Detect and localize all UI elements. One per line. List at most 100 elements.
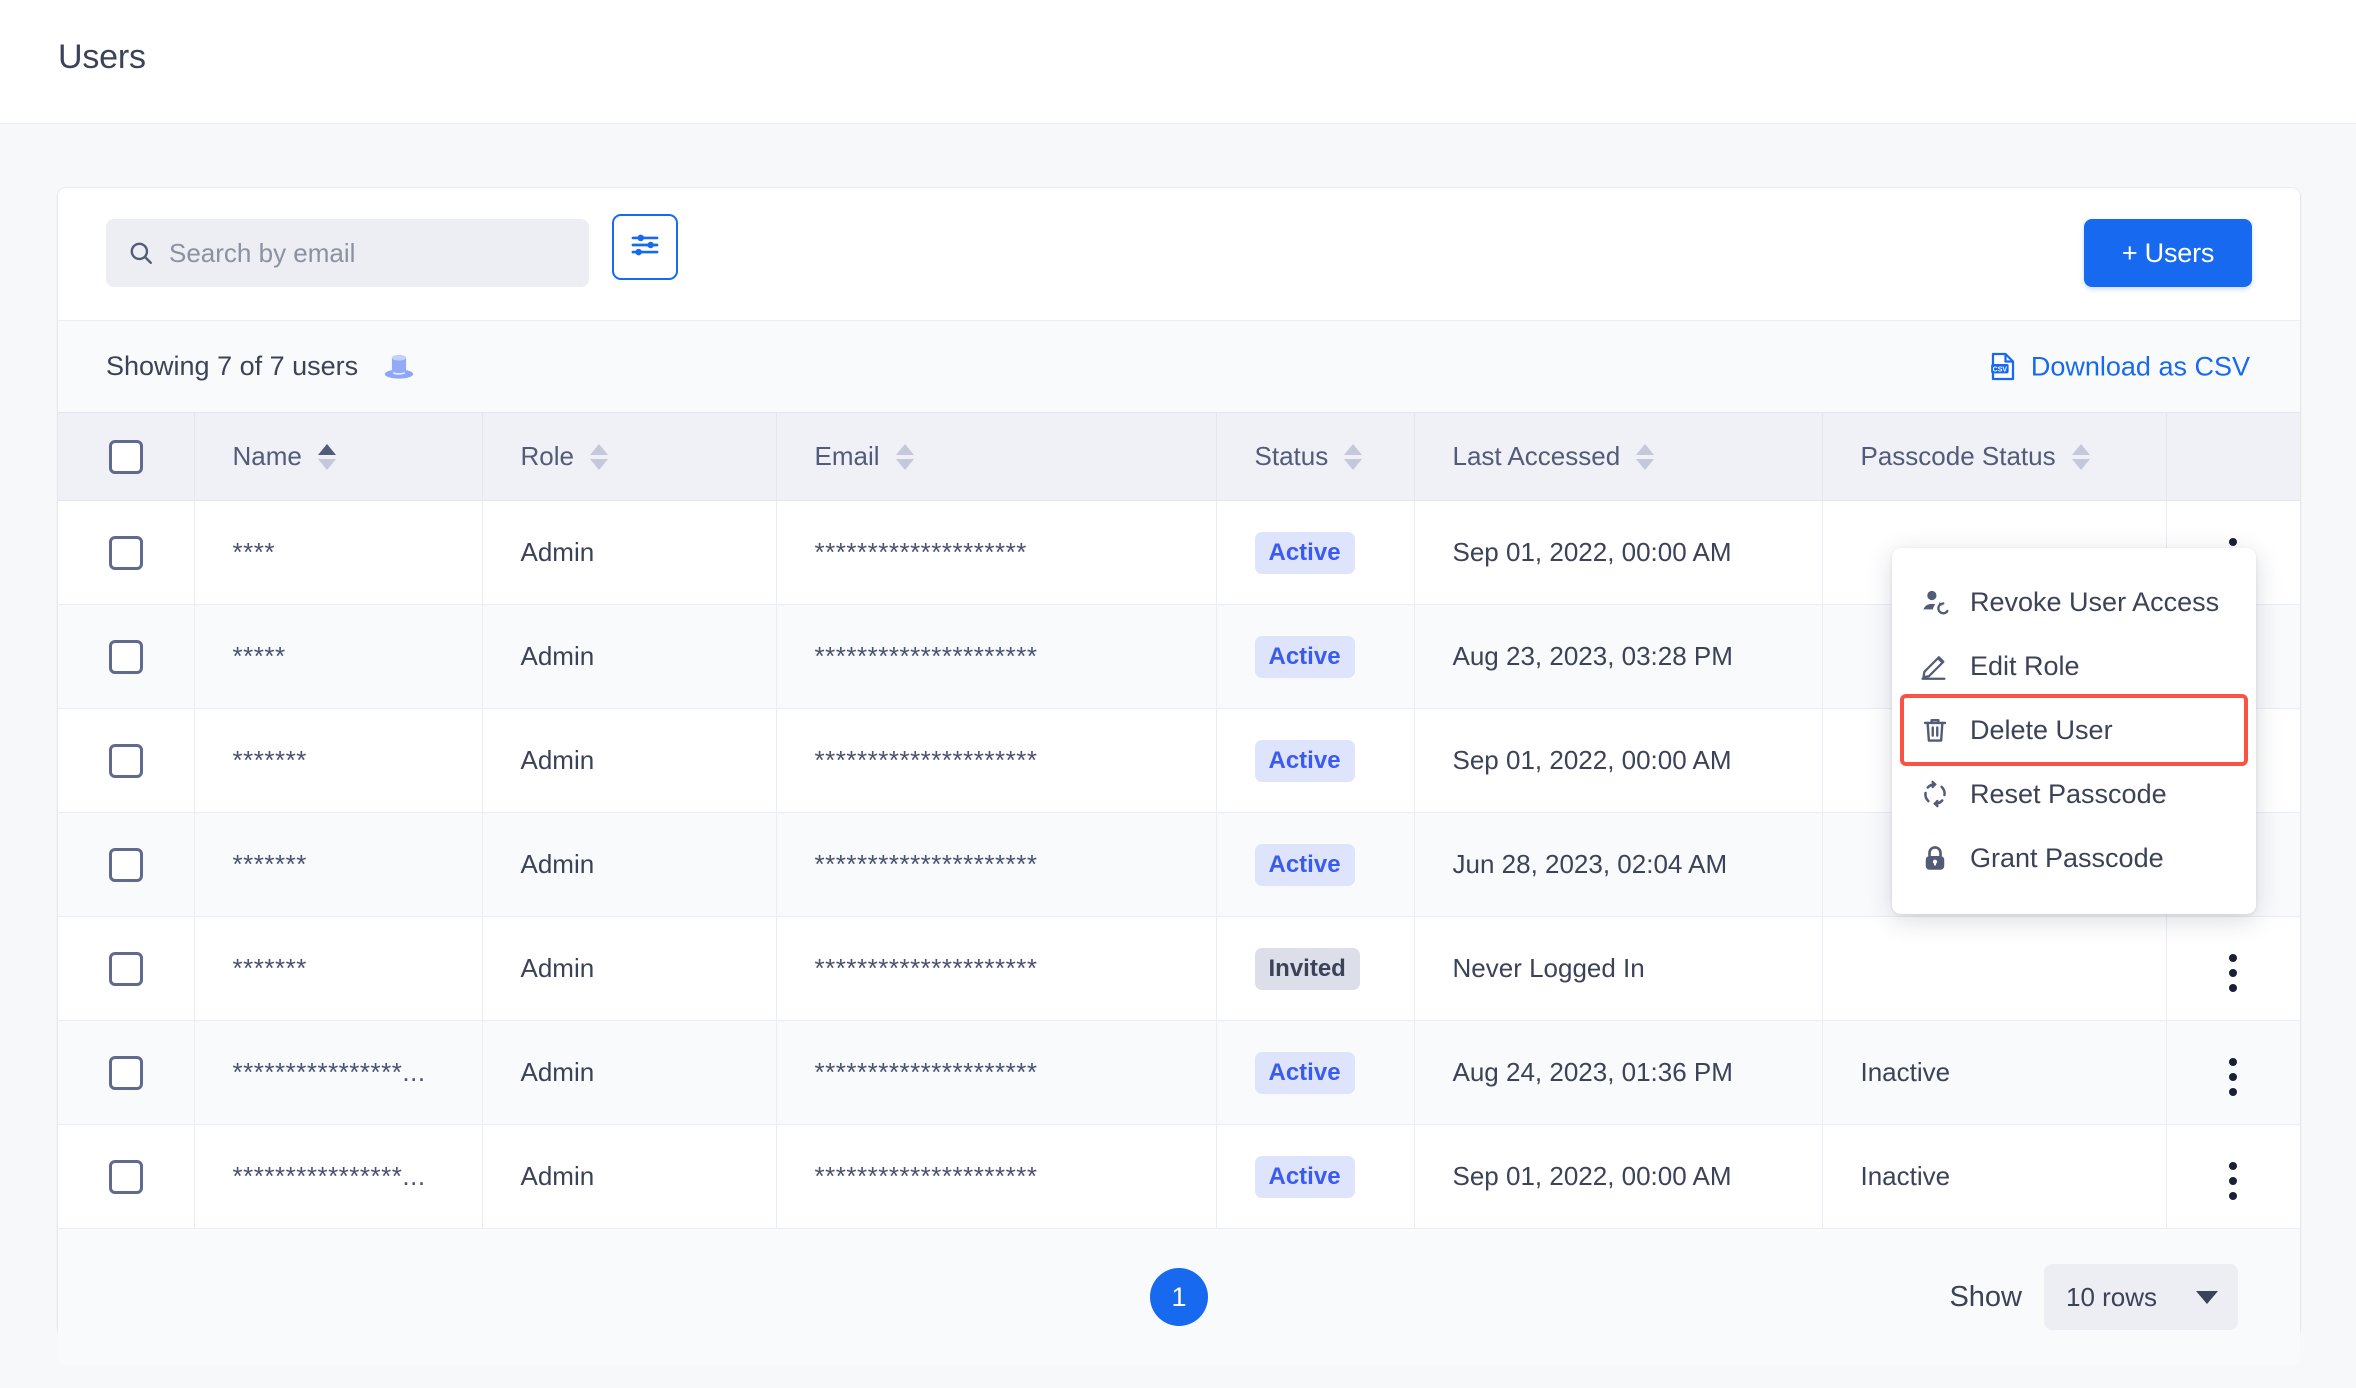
filter-button[interactable] [612,214,678,280]
select-all-checkbox[interactable] [108,439,143,474]
th-passcode-status[interactable]: Passcode Status [1822,412,2167,501]
status-badge: Invited [1254,947,1360,990]
rows-per-page-select[interactable]: 10 rows [2044,1264,2238,1330]
sliders-icon [628,228,662,267]
row-checkbox[interactable] [108,535,143,570]
menu-item-label: Grant Passcode [1970,842,2164,873]
cell-name: ****************... [194,1124,483,1229]
cell-passcode-status: Inactive [1822,1020,2167,1125]
sort-role-icon[interactable] [589,443,608,470]
row-actions-menu-button[interactable] [2215,1050,2251,1104]
user-role: Admin [520,745,595,775]
trash-icon [1920,715,1950,745]
last-accessed-value: Aug 24, 2023, 01:36 PM [1452,1057,1733,1087]
results-count: Showing 7 of 7 users [106,351,359,381]
search-box[interactable] [106,219,589,287]
page-header: Users [0,0,2356,124]
menu-item-edit-role[interactable]: Edit Role [1892,634,2256,698]
row-checkbox[interactable] [108,639,143,674]
cell-role: Admin [482,500,777,605]
th-email-label: Email [814,441,880,471]
row-actions-menu-button[interactable] [2215,946,2251,1000]
th-email[interactable]: Email [776,412,1217,501]
cell-name: ***** [194,604,483,709]
last-accessed-value: Aug 23, 2023, 03:28 PM [1452,641,1733,671]
row-select-cell [58,916,195,1021]
table-row: ****************... Admin ****************… [58,1020,2300,1125]
cell-role: Admin [482,916,777,1021]
user-email: ********************* [814,1160,1038,1191]
menu-item-label: Reset Passcode [1970,778,2167,809]
row-checkbox[interactable] [108,1159,143,1194]
row-select-cell [58,1124,195,1229]
th-role-label: Role [520,441,574,471]
table-footer: 1 Show 10 rows [58,1229,2300,1365]
last-accessed-value: Never Logged In [1452,953,1645,983]
summary-bar: Showing 7 of 7 users CSV Download as CSV [58,320,2300,412]
cell-name: ****************... [194,1020,483,1125]
cell-actions [2166,1124,2300,1229]
th-passcode-status-label: Passcode Status [1860,441,2056,471]
cell-actions [2166,916,2300,1021]
search-input[interactable] [169,237,549,269]
cell-last-accessed: Aug 23, 2023, 03:28 PM [1414,604,1823,709]
row-checkbox[interactable] [108,743,143,778]
cell-passcode-status [1822,916,2167,1021]
cell-status: Active [1216,1124,1415,1229]
cell-last-accessed: Aug 24, 2023, 01:36 PM [1414,1020,1823,1125]
sort-last-accessed-icon[interactable] [1636,443,1655,470]
menu-item-grant-passcode[interactable]: Grant Passcode [1892,826,2256,890]
user-revoke-icon [1920,587,1950,617]
cell-last-accessed: Sep 01, 2022, 00:00 AM [1414,500,1823,605]
th-status-label: Status [1254,441,1329,471]
status-badge: Active [1254,843,1355,886]
cell-email: ********************* [776,708,1217,813]
pencil-icon [1920,651,1950,681]
cell-email: ********************* [776,1124,1217,1229]
cell-status: Active [1216,708,1415,813]
top-hat-icon [382,350,416,384]
th-name[interactable]: Name [194,412,483,501]
user-role: Admin [520,953,595,983]
add-users-button[interactable]: + Users [2084,219,2252,287]
th-status[interactable]: Status [1216,412,1415,501]
sort-name-icon[interactable] [317,443,336,470]
cell-role: Admin [482,1020,777,1125]
search-icon [128,240,154,266]
cell-role: Admin [482,604,777,709]
cell-status: Active [1216,500,1415,605]
sort-status-icon[interactable] [1344,443,1363,470]
user-email: ********************* [814,952,1038,983]
row-checkbox[interactable] [108,1055,143,1090]
last-accessed-value: Sep 01, 2022, 00:00 AM [1452,1161,1732,1191]
menu-item-revoke-user-access[interactable]: Revoke User Access [1892,570,2256,634]
cell-email: ********************* [776,812,1217,917]
download-csv-link[interactable]: CSV Download as CSV [1988,351,2250,382]
table-header-row: Name Role Email Status Last Accessed Pas… [58,412,2300,501]
row-actions-menu-button[interactable] [2215,1154,2251,1208]
sort-email-icon[interactable] [895,443,914,470]
user-role: Admin [520,641,595,671]
pagination-page-1[interactable]: 1 [1150,1268,1208,1326]
user-role: Admin [520,1057,595,1087]
row-checkbox[interactable] [108,951,143,986]
th-select-all [58,412,195,501]
row-select-cell [58,812,195,917]
passcode-status-value: Inactive [1860,1161,1951,1191]
user-email: ********************* [814,744,1038,775]
menu-item-reset-passcode[interactable]: Reset Passcode [1892,762,2256,826]
menu-item-delete-user[interactable]: Delete User [1900,694,2248,766]
th-role[interactable]: Role [482,412,777,501]
th-last-accessed[interactable]: Last Accessed [1414,412,1823,501]
status-badge: Active [1254,531,1355,574]
row-select-cell [58,1020,195,1125]
page-title: Users [58,38,146,76]
chevron-down-icon [2196,1290,2218,1304]
user-email: ********************* [814,1056,1038,1087]
user-email: ********************* [814,848,1038,879]
last-accessed-value: Sep 01, 2022, 00:00 AM [1452,745,1732,775]
cell-status: Active [1216,1020,1415,1125]
row-checkbox[interactable] [108,847,143,882]
user-email: ********************* [814,640,1038,671]
sort-passcode-icon[interactable] [2071,443,2090,470]
